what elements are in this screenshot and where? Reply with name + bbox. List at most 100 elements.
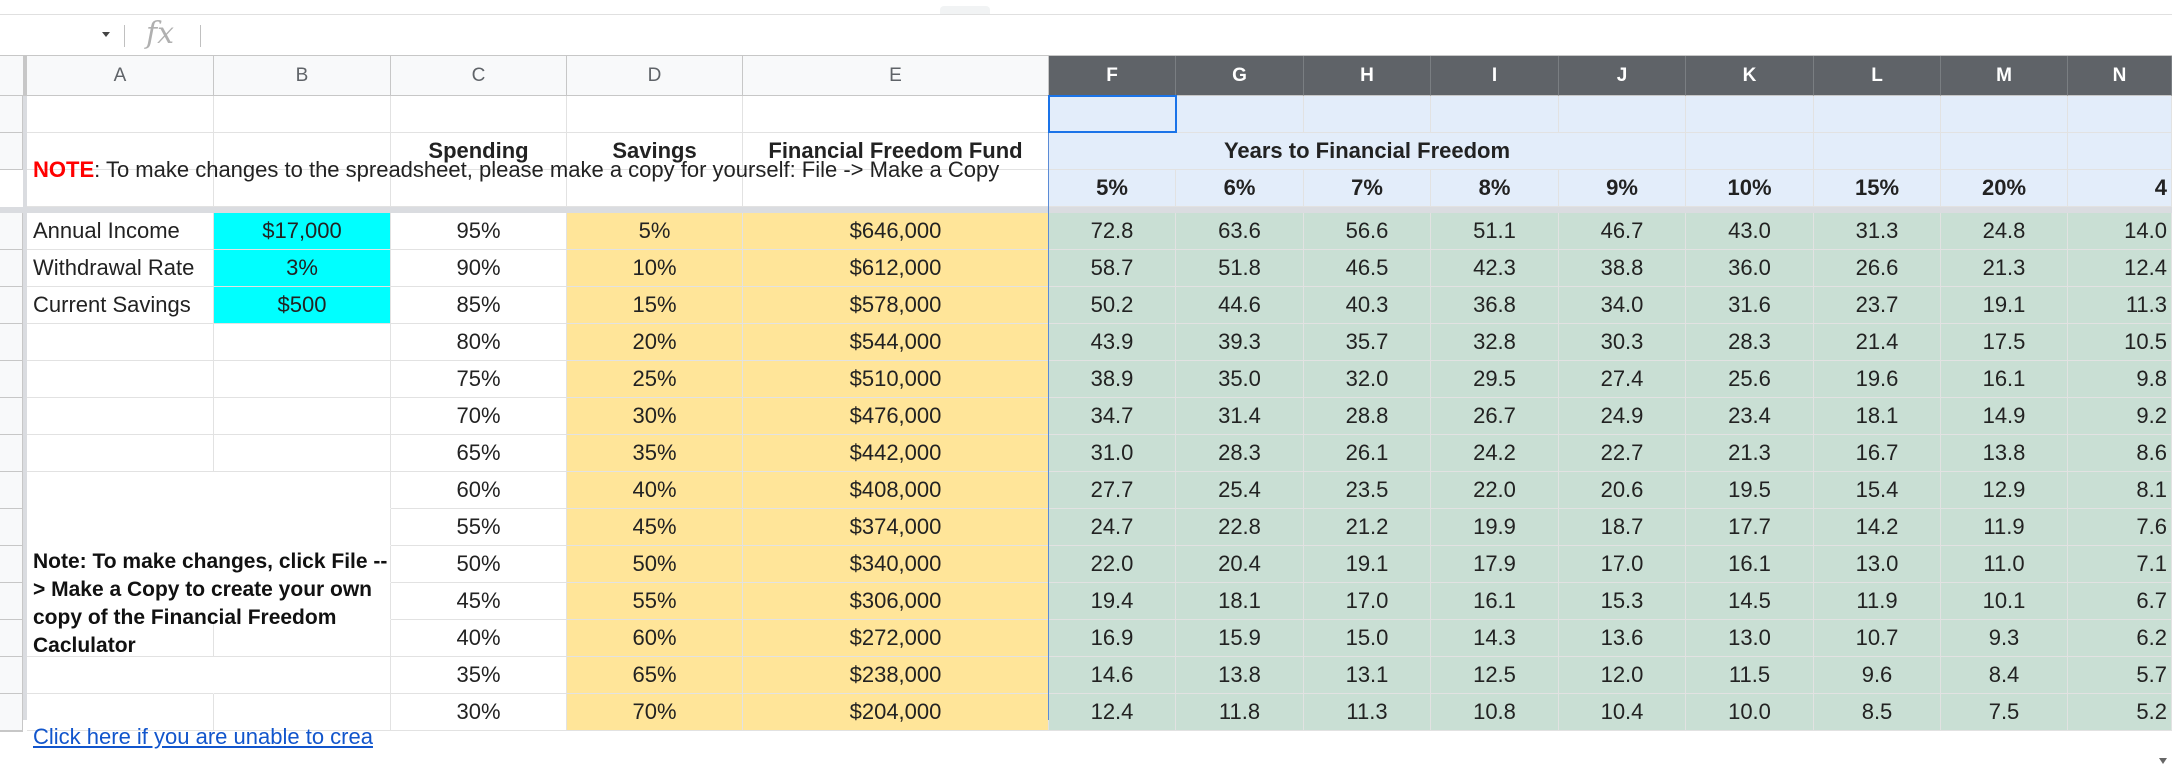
years-cell[interactable]: 31.3 [1814,213,1941,250]
years-cell[interactable]: 24.9 [1559,398,1686,435]
note-row-cell[interactable] [1941,96,2068,133]
column-header-h[interactable]: H [1304,56,1431,96]
column-header-f[interactable]: F [1049,56,1176,96]
spending-cell[interactable]: 90% [391,250,567,287]
empty-cell[interactable] [27,472,214,509]
spending-cell[interactable]: 50% [391,546,567,583]
empty-cell[interactable] [27,398,214,435]
column-header-c[interactable]: C [391,56,567,96]
row-header[interactable] [0,620,23,657]
header-cell[interactable] [1686,133,1814,170]
years-cell[interactable]: 11.9 [1814,583,1941,620]
years-cell[interactable]: 10.8 [1431,694,1559,731]
years-cell[interactable]: 15.3 [1559,583,1686,620]
years-cell[interactable]: 10.5 [2068,324,2172,361]
years-cell[interactable]: 16.1 [1941,361,2068,398]
spending-cell[interactable]: 85% [391,287,567,324]
spending-cell[interactable]: 55% [391,509,567,546]
years-cell[interactable]: 5.7 [2068,657,2172,694]
row-header[interactable] [0,250,23,287]
years-cell[interactable]: 14.6 [1049,657,1176,694]
savings-cell[interactable]: 35% [567,435,743,472]
row-header[interactable] [0,694,23,731]
savings-cell[interactable]: 65% [567,657,743,694]
years-cell[interactable]: 23.4 [1686,398,1814,435]
years-cell[interactable]: 17.5 [1941,324,2068,361]
empty-cell[interactable] [214,398,391,435]
header-cell[interactable] [1814,133,1941,170]
years-cell[interactable]: 28.3 [1176,435,1304,472]
input-value[interactable]: 3% [214,250,391,287]
input-value[interactable]: $17,000 [214,213,391,250]
years-cell[interactable]: 11.8 [1176,694,1304,731]
years-cell[interactable]: 20.4 [1176,546,1304,583]
fund-cell[interactable]: $374,000 [743,509,1049,546]
column-header-j[interactable]: J [1559,56,1686,96]
spending-cell[interactable]: 70% [391,398,567,435]
years-cell[interactable]: 8.5 [1814,694,1941,731]
years-cell[interactable]: 42.3 [1431,250,1559,287]
years-cell[interactable]: 36.0 [1686,250,1814,287]
column-header-n[interactable]: N [2068,56,2172,96]
years-cell[interactable]: 32.8 [1431,324,1559,361]
empty-cell[interactable] [214,657,391,694]
note-row-cell[interactable] [2068,96,2172,133]
return-rate-header[interactable]: 15% [1814,170,1941,207]
return-rate-header[interactable]: 7% [1304,170,1431,207]
years-cell[interactable]: 35.0 [1176,361,1304,398]
years-cell[interactable]: 17.9 [1431,546,1559,583]
years-cell[interactable]: 19.6 [1814,361,1941,398]
years-cell[interactable]: 18.7 [1559,509,1686,546]
note-row-cell[interactable] [1431,96,1559,133]
years-cell[interactable]: 14.9 [1941,398,2068,435]
years-cell[interactable]: 12.0 [1559,657,1686,694]
years-cell[interactable]: 8.1 [2068,472,2172,509]
years-cell[interactable]: 15.9 [1176,620,1304,657]
savings-cell[interactable]: 55% [567,583,743,620]
return-rate-header[interactable]: 6% [1176,170,1304,207]
savings-cell[interactable]: 50% [567,546,743,583]
years-cell[interactable]: 7.1 [2068,546,2172,583]
years-cell[interactable]: 14.2 [1814,509,1941,546]
years-cell[interactable]: 11.0 [1941,546,2068,583]
years-cell[interactable]: 16.7 [1814,435,1941,472]
years-cell[interactable]: 18.1 [1176,583,1304,620]
years-cell[interactable]: 22.8 [1176,509,1304,546]
empty-cell[interactable] [27,509,214,546]
fund-cell[interactable]: $306,000 [743,583,1049,620]
input-label[interactable]: Annual Income [27,213,214,250]
years-cell[interactable]: 58.7 [1049,250,1176,287]
row-header[interactable] [0,546,23,583]
years-cell[interactable]: 72.8 [1049,213,1176,250]
years-cell[interactable]: 12.9 [1941,472,2068,509]
note-row-cell[interactable] [1176,96,1304,133]
column-header-b[interactable]: B [214,56,391,96]
header-cell[interactable] [1941,133,2068,170]
fund-cell[interactable]: $204,000 [743,694,1049,731]
years-cell[interactable]: 15.4 [1814,472,1941,509]
column-header-e[interactable]: E [743,56,1049,96]
savings-cell[interactable]: 5% [567,213,743,250]
years-cell[interactable]: 13.8 [1941,435,2068,472]
years-cell[interactable]: 56.6 [1304,213,1431,250]
empty-cell[interactable] [214,472,391,509]
years-cell[interactable]: 5.2 [2068,694,2172,731]
note-row-cell[interactable] [214,96,391,133]
years-cell[interactable]: 12.4 [2068,250,2172,287]
years-cell[interactable]: 22.0 [1049,546,1176,583]
formula-input[interactable] [210,20,2114,52]
years-cell[interactable]: 19.4 [1049,583,1176,620]
column-header-g[interactable]: G [1176,56,1304,96]
years-cell[interactable]: 15.0 [1304,620,1431,657]
years-cell[interactable]: 12.5 [1431,657,1559,694]
input-value[interactable]: $500 [214,287,391,324]
years-cell[interactable]: 14.0 [2068,213,2172,250]
note-row-cell[interactable] [1304,96,1431,133]
row-header[interactable] [0,472,23,509]
years-cell[interactable]: 51.8 [1176,250,1304,287]
row-header[interactable] [0,657,23,694]
years-cell[interactable]: 24.8 [1941,213,2068,250]
row-header[interactable] [0,96,23,133]
row-header[interactable] [0,583,23,620]
fund-cell[interactable]: $442,000 [743,435,1049,472]
